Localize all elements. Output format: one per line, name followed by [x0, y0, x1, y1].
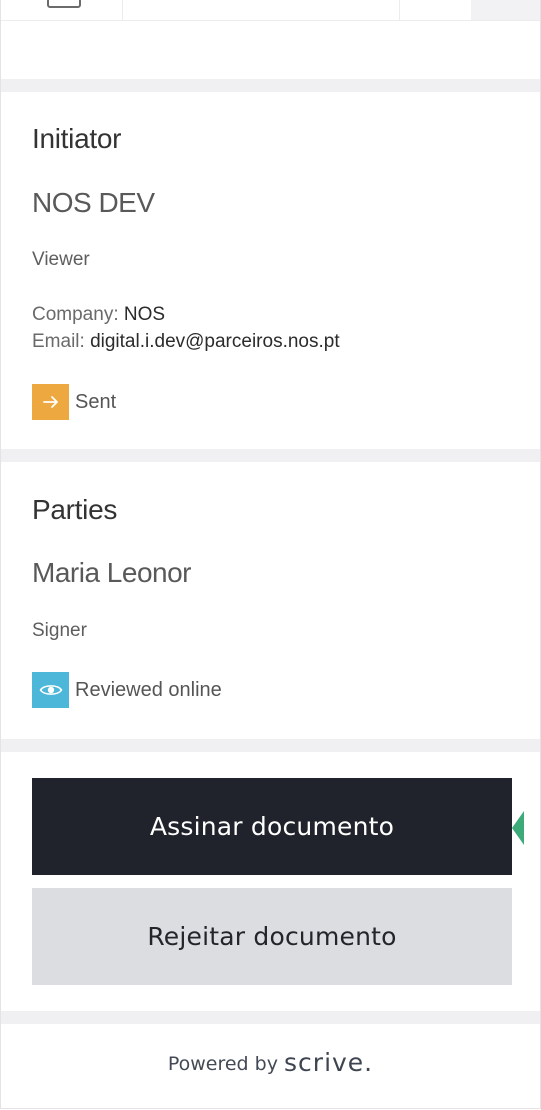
party-name: Maria Leonor [32, 557, 191, 588]
company-value: NOS [123, 304, 166, 325]
parties-heading: Parties [32, 494, 118, 525]
initiator-heading: Initiator [32, 123, 122, 154]
section-divider [1, 1011, 540, 1024]
top-toolbar [1, 0, 540, 21]
email-label: Email: [32, 331, 85, 352]
document-view-panel: Initiator NOS DEV Viewer Company: NOS Em… [0, 0, 541, 1109]
initiator-role: Viewer [32, 249, 90, 270]
section-divider [1, 739, 540, 752]
reject-document-button[interactable]: Rejeitar documento [32, 888, 512, 985]
company-label: Company: [32, 304, 119, 325]
sign-document-button[interactable]: Assinar documento [32, 778, 512, 875]
powered-by-text: Powered by [167, 1053, 278, 1075]
toolbar-cell[interactable] [471, 0, 540, 20]
document-icon[interactable] [47, 0, 81, 8]
initiator-email: Email: digital.i.dev@parceiros.nos.pt [32, 331, 340, 353]
scrive-logo[interactable]: scrive. [284, 1048, 373, 1077]
status-label: Reviewed online [75, 678, 222, 701]
section-divider [1, 449, 540, 462]
arrow-right-icon [32, 384, 69, 420]
party-role: Signer [32, 620, 87, 641]
toolbar-divider [122, 0, 123, 20]
section-divider [1, 79, 540, 92]
initiator-company: Company: NOS [32, 304, 165, 326]
initiator-status: Sent [32, 384, 116, 420]
party-status: Reviewed online [32, 672, 222, 708]
email-value: digital.i.dev@parceiros.nos.pt [90, 331, 340, 352]
arrow-left-icon[interactable] [512, 811, 524, 845]
powered-by-footer: Powered by scrive. [1, 1048, 540, 1077]
initiator-name: NOS DEV [32, 187, 155, 218]
status-label: Sent [75, 390, 117, 413]
eye-icon [32, 672, 69, 708]
toolbar-divider [399, 0, 400, 20]
